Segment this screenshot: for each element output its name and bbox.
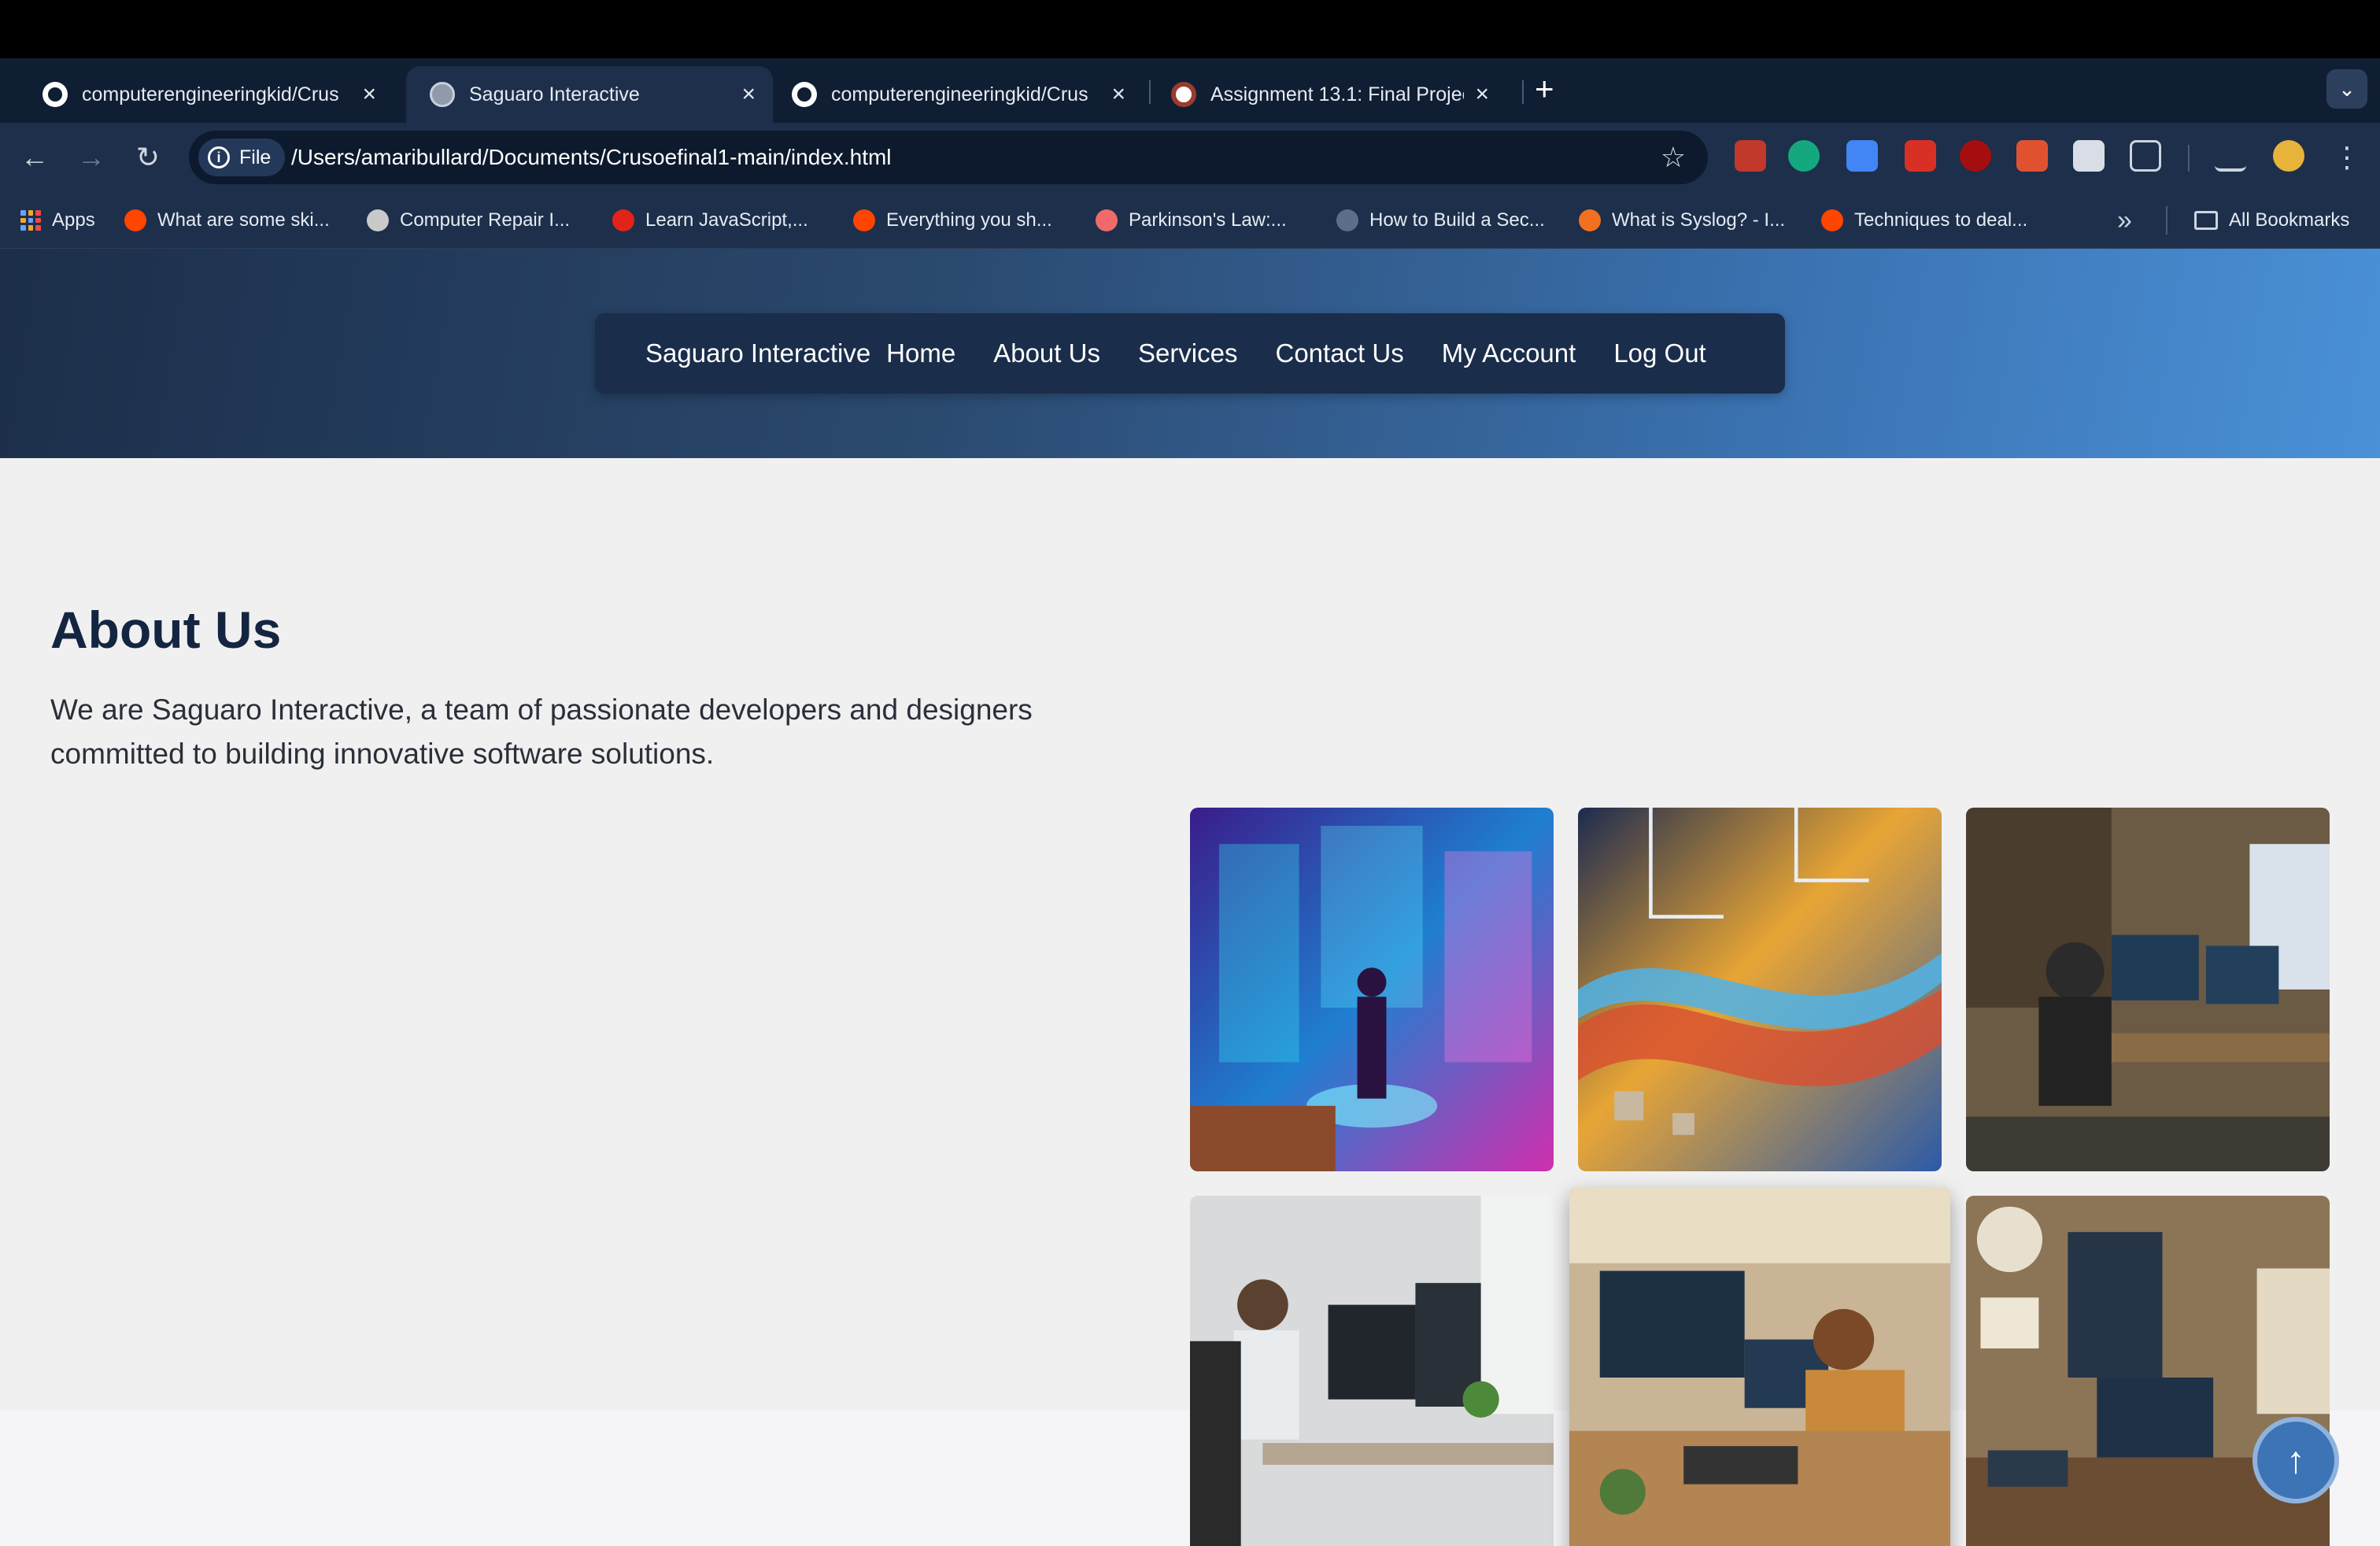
bookmark-item[interactable]: Parkinson's Law:... [1096,192,1287,249]
folder-icon [2194,211,2218,230]
extension-red-icon[interactable] [1735,140,1766,172]
bookmark-item[interactable]: Techniques to deal... [1821,192,2027,249]
bookmark-item[interactable]: What are some ski... [124,192,330,249]
bookmark-item[interactable]: How to Build a Sec... [1336,192,1545,249]
bookmarks-divider [2166,206,2168,235]
assignment-icon [1171,82,1196,107]
tab-github-1[interactable]: computerengineeringkid/Crus × [19,66,394,123]
grammarly-icon[interactable] [1788,140,1820,172]
nav-contact-us[interactable]: Contact Us [1276,338,1404,368]
github-icon [792,82,817,107]
m-logo-icon [612,209,634,231]
nav-my-account[interactable]: My Account [1442,338,1576,368]
bookmark-apps[interactable]: Apps [20,192,95,249]
page-viewport: Saguaro Interactive Home About Us Servic… [0,249,2380,1546]
close-icon[interactable]: × [362,83,376,106]
back-to-top-button[interactable]: ↑ [2252,1417,2339,1503]
tab-assignment[interactable]: Assignment 13.1: Final Project × [1148,66,1506,123]
reddit-icon [853,209,875,231]
gallery-image-abstract-circuits[interactable] [1578,808,1942,1171]
close-icon[interactable]: × [1111,83,1125,106]
site-info-chip[interactable]: i File [198,139,286,176]
tab-separator [1149,80,1151,104]
mac-menubar [0,0,2380,58]
gallery-image-coder-laptop[interactable] [1569,1187,1950,1546]
reddit-icon [124,209,146,231]
apps-grid-icon [20,210,41,231]
close-icon[interactable]: × [1475,83,1489,106]
hero-header: Saguaro Interactive Home About Us Servic… [0,249,2380,458]
nav-services[interactable]: Services [1138,338,1238,368]
tab-github-2[interactable]: computerengineeringkid/Crus × [768,66,1143,123]
nav-log-out[interactable]: Log Out [1613,338,1706,368]
profile-avatar[interactable] [2273,140,2304,172]
bookmark-star-icon[interactable]: ☆ [1661,131,1686,184]
globe-icon [430,82,455,107]
toolbar-separator [2188,145,2190,172]
new-tab-button[interactable]: + [1535,69,1554,109]
reload-icon[interactable]: ↻ [131,140,165,175]
more-bookmarks-chevron-icon[interactable]: » [2117,192,2132,249]
bookmark-item[interactable]: What is Syslog? - I... [1579,192,1785,249]
tab-search-button[interactable]: ⌄ [2326,69,2367,109]
nav-home[interactable]: Home [886,338,955,368]
all-bookmarks-folder[interactable]: All Bookmarks [2194,192,2349,249]
menu-kebab-icon[interactable]: ⋮ [2330,140,2364,175]
extension-building-icon[interactable] [2073,140,2105,172]
info-icon: i [208,146,230,168]
url-text[interactable]: /Users/amaribullard/Documents/Crusoefina… [291,131,892,184]
browser-toolbar: ← → ↻ i File /Users/amaribullard/Documen… [0,123,2380,192]
bookmark-item[interactable]: Everything you sh... [853,192,1052,249]
address-bar[interactable]: i File /Users/amaribullard/Documents/Cru… [189,131,1708,184]
gallery-image-neon-dashboard[interactable] [1190,808,1554,1171]
translate-icon[interactable] [1846,140,1878,172]
site-navbar: Saguaro Interactive Home About Us Servic… [595,313,1785,394]
about-section: About Us We are Saguaro Interactive, a t… [0,458,2380,1546]
site-icon [1336,209,1358,231]
file-chip-label: File [239,146,272,168]
asana-icon [1096,209,1118,231]
brand-logo-text[interactable]: Saguaro Interactive [645,338,870,368]
syslog-icon [1579,209,1601,231]
bookmark-item[interactable]: Computer Repair I... [367,192,570,249]
back-arrow-icon[interactable]: ← [17,140,52,175]
gallery-image-office-workstation[interactable] [1966,808,2330,1171]
ublock-icon[interactable] [1960,140,1991,172]
bookmark-item[interactable]: Learn JavaScript,... [612,192,808,249]
tab-saguaro[interactable]: Saguaro Interactive × [406,66,773,123]
bookmarks-bar: Apps What are some ski... Computer Repai… [0,192,2380,249]
close-icon[interactable]: × [741,83,756,106]
github-icon [42,82,68,107]
download-icon[interactable] [2215,140,2246,172]
nav-about-us[interactable]: About Us [993,338,1100,368]
tab-separator [1522,80,1524,104]
about-description: We are Saguaro Interactive, a team of pa… [50,693,1033,770]
forward-arrow-icon[interactable]: → [74,140,109,175]
repair-icon [367,209,389,231]
extension-flag-icon[interactable] [1905,140,1936,172]
reddit-icon [1821,209,1843,231]
about-title: About Us [50,601,282,659]
gallery-image-developer-monitors[interactable] [1190,1196,1554,1546]
extension-cap-icon[interactable] [2016,140,2048,172]
extensions-puzzle-icon[interactable] [2130,140,2161,172]
tab-strip: computerengineeringkid/Crus × Saguaro In… [0,58,2380,123]
